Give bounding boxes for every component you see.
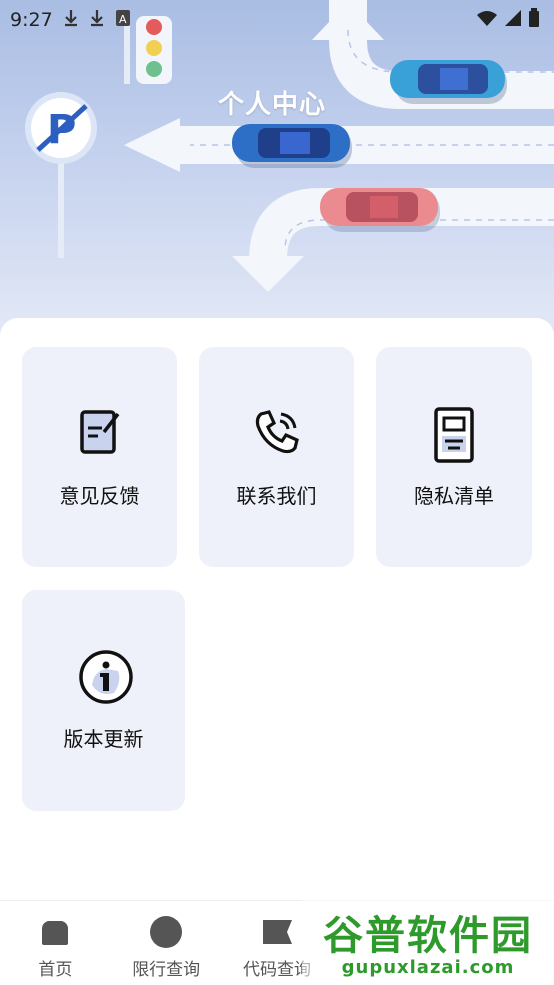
privacy-list-icon xyxy=(428,406,480,463)
wifi-icon xyxy=(476,9,498,32)
watermark-url: gupuxlazai.com xyxy=(341,956,515,978)
version-update-label: 版本更新 xyxy=(63,727,144,751)
contact-us-button[interactable]: 联系我们 xyxy=(199,347,354,567)
keyboard-a-icon: A xyxy=(115,9,131,32)
circle-icon xyxy=(149,915,183,949)
phone-icon xyxy=(251,406,303,458)
signal-icon xyxy=(504,9,522,32)
home-icon xyxy=(38,915,72,949)
watermark-title: 谷普软件园 xyxy=(323,912,533,959)
header-banner: P 9:27 xyxy=(0,0,554,340)
tab-restriction-query[interactable]: 限行查询 xyxy=(111,901,222,985)
page-title: 个人中心 xyxy=(218,90,327,120)
tab-home-label: 首页 xyxy=(38,960,73,980)
tab-restriction-query-label: 限行查询 xyxy=(132,960,201,980)
flag-icon xyxy=(260,915,294,949)
site-watermark: 谷普软件园 gupuxlazai.com xyxy=(302,896,554,984)
privacy-list-button[interactable]: 隐私清单 xyxy=(376,347,532,567)
status-time: 9:27 xyxy=(10,9,53,31)
download-icon xyxy=(89,9,105,32)
road-illustration: P xyxy=(25,0,554,292)
feedback-label: 意见反馈 xyxy=(59,483,140,508)
tab-home[interactable]: 首页 xyxy=(0,901,111,985)
version-update-button[interactable]: 版本更新 xyxy=(22,590,185,811)
contact-us-label: 联系我们 xyxy=(236,483,317,508)
status-bar: 9:27 A xyxy=(0,0,554,40)
privacy-list-label: 隐私清单 xyxy=(414,483,494,508)
info-icon xyxy=(78,649,133,704)
feedback-icon xyxy=(74,406,126,458)
download-icon xyxy=(63,9,79,32)
feedback-button[interactable]: 意见反馈 xyxy=(22,347,177,567)
battery-icon xyxy=(528,7,540,33)
tab-code-query-label: 代码查询 xyxy=(242,960,311,980)
svg-text:A: A xyxy=(119,13,127,26)
